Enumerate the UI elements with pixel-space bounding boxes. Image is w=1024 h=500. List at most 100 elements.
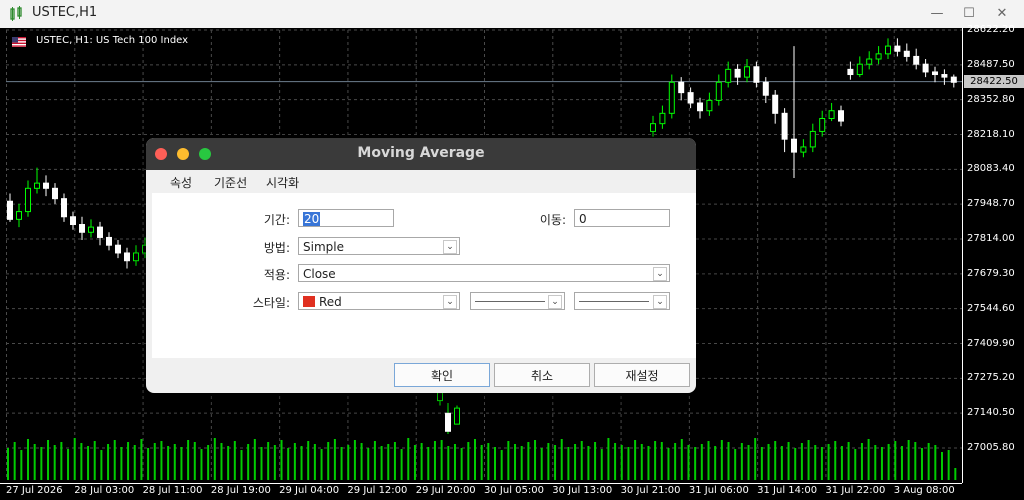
y-tick-label: 27005.80 — [967, 442, 1015, 453]
x-tick-label: 3 Aug 08:00 — [893, 485, 955, 496]
period-input[interactable]: 20 — [298, 209, 394, 227]
shift-value: 0 — [579, 212, 587, 226]
candle-body — [875, 53, 882, 60]
window-titlebar: USTEC,H1 — ☐ ✕ — [0, 0, 1024, 29]
y-tick-label: 28218.10 — [967, 128, 1015, 140]
candle-body — [838, 110, 844, 122]
y-tick-label: 28083.40 — [967, 163, 1015, 175]
candle-body — [43, 182, 49, 189]
candle-body — [124, 252, 130, 262]
candle-body — [809, 130, 816, 148]
x-tick-label: 28 Jul 11:00 — [142, 485, 203, 496]
chevron-down-icon: ⌄ — [653, 267, 667, 281]
style-label: 스타일: — [252, 296, 290, 310]
candle-body — [932, 71, 938, 76]
candle-body — [856, 63, 863, 76]
candle-body — [668, 81, 675, 114]
flag-icon — [12, 37, 26, 47]
candle-body — [678, 81, 685, 94]
properties-panel: 기간: 20 이동: 0 방법: Simple ⌄ 적용: Close ⌄ 스타… — [152, 193, 696, 358]
x-tick-label: 30 Jul 05:00 — [484, 485, 544, 496]
y-tick-label: 27544.60 — [967, 302, 1015, 314]
y-tick-label: 28622.20 — [967, 24, 1015, 35]
method-value: Simple — [303, 240, 344, 254]
chart-app-icon — [10, 6, 22, 21]
candle-body — [115, 244, 121, 254]
x-tick-label: 28 Jul 19:00 — [210, 485, 271, 496]
dialog-title: Moving Average — [357, 145, 485, 161]
candle-body — [659, 112, 666, 125]
line-style-preview — [475, 301, 545, 302]
candle-body — [437, 392, 443, 402]
maximize-icon[interactable]: ☐ — [961, 6, 977, 22]
candle-body — [828, 110, 835, 119]
ok-button[interactable]: 확인 — [394, 363, 490, 387]
color-swatch — [303, 296, 315, 307]
candle-body — [445, 412, 451, 432]
candle-body — [772, 94, 779, 114]
candle-body — [650, 123, 656, 132]
y-tick-label: 27409.90 — [967, 337, 1015, 349]
color-value: Red — [319, 295, 342, 309]
candle-body — [734, 68, 741, 78]
candle-body — [16, 211, 22, 220]
minimize-icon[interactable]: — — [929, 6, 945, 22]
candle-body — [106, 236, 112, 246]
color-select[interactable]: Red ⌄ — [298, 292, 460, 310]
candle-body — [133, 252, 139, 262]
cancel-button[interactable]: 취소 — [494, 363, 590, 387]
chevron-down-icon: ⌄ — [443, 295, 457, 309]
candle-body — [88, 226, 94, 233]
tab-properties[interactable]: 속성 — [170, 174, 192, 191]
candle-body — [781, 112, 788, 140]
candle-body — [950, 76, 957, 83]
x-tick-label: 29 Jul 20:00 — [415, 485, 476, 496]
shift-label: 이동: — [539, 213, 566, 227]
y-tick-label: 27275.20 — [967, 372, 1015, 384]
line-width-preview — [579, 301, 649, 302]
candle-body — [941, 74, 948, 78]
apply-label: 적용: — [263, 268, 290, 282]
dialog-tabs: 속성 기준선 시각화 — [152, 170, 696, 192]
candle-body — [922, 63, 929, 73]
x-tick-label: 27 Jul 2026 — [6, 485, 63, 496]
dialog-titlebar: Moving Average — [146, 138, 696, 170]
tab-visualization[interactable]: 시각화 — [266, 174, 299, 191]
candle-body — [744, 66, 750, 78]
candle-body — [894, 45, 901, 52]
candle-body — [800, 146, 807, 153]
apply-select[interactable]: Close ⌄ — [298, 264, 670, 282]
line-style-select[interactable]: ⌄ — [470, 292, 565, 310]
period-value: 20 — [303, 212, 321, 226]
reset-button[interactable]: 재설정 — [594, 363, 690, 387]
method-label: 방법: — [263, 241, 290, 255]
tab-levels[interactable]: 기준선 — [214, 174, 247, 191]
x-tick-label: 30 Jul 21:00 — [620, 485, 681, 496]
method-select[interactable]: Simple ⌄ — [298, 237, 460, 255]
candle-body — [847, 68, 854, 76]
current-price-tag: 28422.50 — [964, 75, 1024, 88]
candle-body — [52, 187, 58, 200]
close-icon[interactable]: ✕ — [994, 6, 1010, 22]
symbol-label: USTEC, H1: US Tech 100 Index — [36, 35, 189, 46]
moving-average-dialog: Moving Average 속성 기준선 시각화 기간: 20 이동: 0 방… — [146, 138, 696, 393]
y-tick-label: 27140.50 — [967, 407, 1015, 419]
candle-body — [819, 117, 826, 132]
candle-body — [715, 81, 722, 101]
candle-body — [913, 55, 920, 65]
period-label: 기간: — [263, 213, 290, 227]
apply-value: Close — [303, 267, 336, 281]
x-tick-label: 30 Jul 13:00 — [552, 485, 613, 496]
candle-body — [97, 226, 103, 238]
candle-body — [706, 99, 713, 112]
line-width-select[interactable]: ⌄ — [574, 292, 670, 310]
x-tick-label: 31 Jul 06:00 — [688, 485, 749, 496]
chevron-down-icon: ⌄ — [443, 240, 457, 254]
x-tick-label: 31 Jul 22:00 — [825, 485, 886, 496]
shift-input[interactable]: 0 — [574, 209, 670, 227]
candle-body — [762, 81, 769, 96]
candle-body — [725, 68, 732, 83]
x-tick-label: 29 Jul 12:00 — [347, 485, 408, 496]
candle-body — [866, 58, 873, 65]
candle-body — [61, 198, 67, 218]
